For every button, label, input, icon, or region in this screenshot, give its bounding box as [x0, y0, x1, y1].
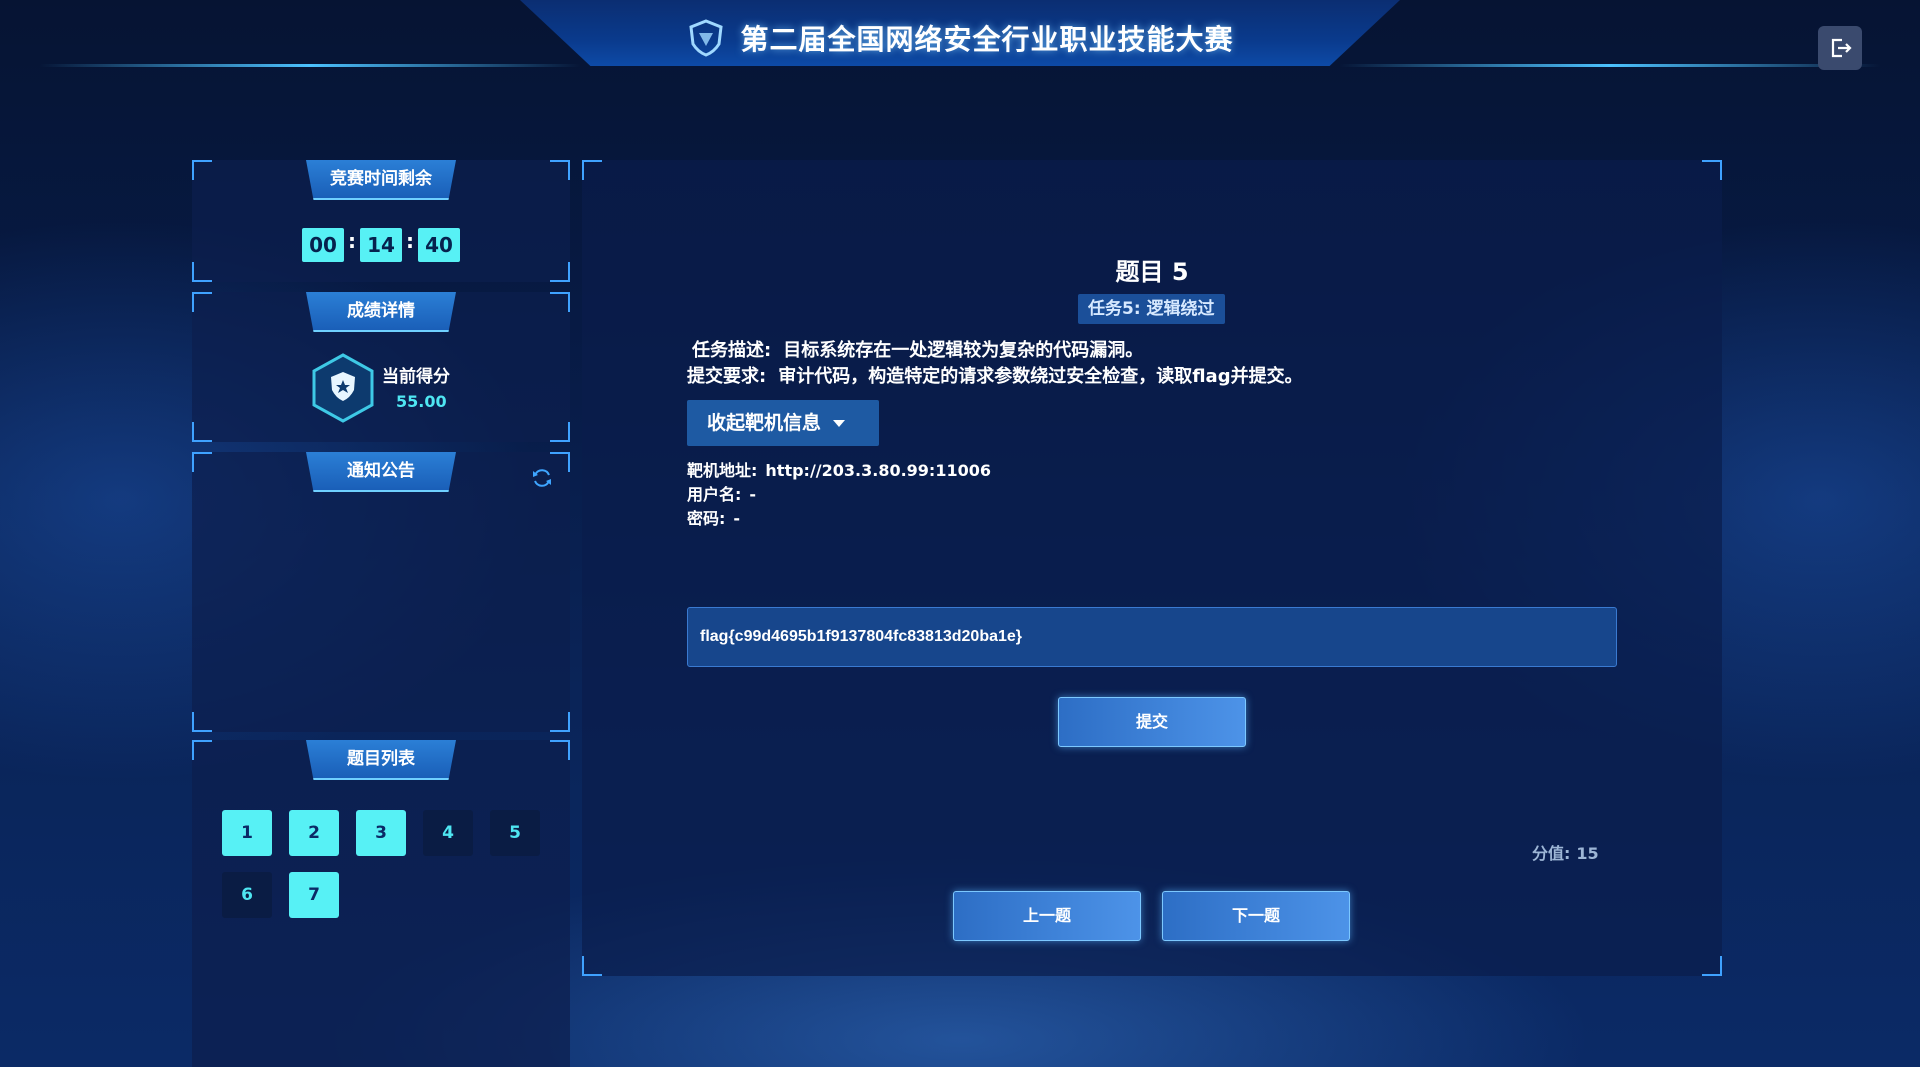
timer-panel: 竞赛时间剩余 00:14:40 — [192, 160, 570, 282]
score-label: 当前得分 — [382, 367, 450, 387]
timer-separator: : — [348, 229, 356, 253]
prev-question-button[interactable]: 上一题 — [953, 891, 1141, 941]
points-key: 分值: — [1532, 844, 1571, 863]
shield-logo-icon — [689, 19, 724, 57]
points-number: 15 — [1576, 844, 1599, 863]
description-value: 目标系统存在一处逻辑较为复杂的代码漏洞。 — [783, 340, 1144, 361]
corner-decoration — [550, 712, 570, 732]
question-button-5[interactable]: 5 — [490, 810, 540, 856]
description-key: 任务描述: — [692, 340, 772, 361]
question-button-4[interactable]: 4 — [423, 810, 473, 856]
corner-decoration — [192, 712, 212, 732]
password: 密码: - — [687, 505, 740, 529]
corner-decoration — [550, 740, 570, 760]
corner-decoration — [192, 740, 212, 760]
flag-input[interactable] — [687, 607, 1617, 667]
target-value: http://203.3.80.99:11006 — [765, 461, 991, 480]
target-address: 靶机地址: http://203.3.80.99:11006 — [687, 457, 991, 481]
corner-decoration — [550, 422, 570, 442]
question-button-6[interactable]: 6 — [222, 872, 272, 918]
target-key: 靶机地址: — [687, 461, 758, 480]
password-key: 密码: — [687, 509, 726, 528]
question-button-1[interactable]: 1 — [222, 810, 272, 856]
corner-decoration — [192, 262, 212, 282]
question-button-3[interactable]: 3 — [356, 810, 406, 856]
score-panel: 成绩详情 当前得分 55.00 — [192, 292, 570, 442]
corner-decoration — [550, 262, 570, 282]
corner-decoration — [192, 292, 212, 312]
refresh-icon[interactable] — [530, 466, 554, 490]
corner-decoration — [192, 160, 212, 180]
corner-decoration — [192, 452, 212, 472]
password-value: - — [733, 509, 741, 528]
current-score: 当前得分 55.00 — [310, 352, 530, 428]
timer-hours: 00 — [302, 228, 344, 262]
next-question-button[interactable]: 下一题 — [1162, 891, 1350, 941]
question-list-panel: 题目列表 1 2 3 4 5 6 7 — [192, 740, 570, 1067]
question-panel: 题目 5 任务5: 逻辑绕过 任务描述: 目标系统存在一处逻辑较为复杂的代码漏洞。… — [582, 160, 1722, 976]
logout-button[interactable] — [1818, 26, 1862, 70]
submit-requirement: 提交要求: 审计代码，构造特定的请求参数绕过安全检查，读取flag并提交。 — [687, 362, 1303, 388]
corner-decoration — [582, 956, 602, 976]
timer-separator: : — [406, 229, 414, 253]
corner-decoration — [1702, 956, 1722, 976]
header-line-left — [40, 64, 580, 67]
question-button-7[interactable]: 7 — [289, 872, 339, 918]
points-value: 分值: 15 — [1532, 840, 1599, 864]
corner-decoration — [1702, 160, 1722, 180]
score-panel-title: 成绩详情 — [306, 292, 456, 332]
shield-star-icon — [312, 353, 374, 423]
page-title: 第二届全国网络安全行业职业技能大赛 — [0, 18, 1920, 58]
header-line-right — [1340, 64, 1880, 67]
collapse-label: 收起靶机信息 — [707, 412, 822, 434]
caret-down-icon — [833, 420, 846, 427]
logout-icon — [1831, 38, 1852, 58]
username-value: - — [749, 485, 757, 504]
top-header: 第二届全国网络安全行业职业技能大赛 — [0, 0, 1920, 78]
notice-panel-title: 通知公告 — [306, 452, 456, 492]
username: 用户名: - — [687, 481, 756, 505]
question-list-title: 题目列表 — [306, 740, 456, 780]
page-title-text: 第二届全国网络安全行业职业技能大赛 — [740, 23, 1234, 56]
score-value: 55.00 — [396, 392, 447, 411]
timer-seconds: 40 — [418, 228, 460, 262]
submit-button[interactable]: 提交 — [1058, 697, 1246, 747]
countdown-timer: 00:14:40 — [192, 228, 570, 262]
username-key: 用户名: — [687, 485, 742, 504]
corner-decoration — [550, 292, 570, 312]
task-description: 任务描述: 目标系统存在一处逻辑较为复杂的代码漏洞。 — [692, 336, 1143, 362]
question-button-2[interactable]: 2 — [289, 810, 339, 856]
timer-minutes: 14 — [360, 228, 402, 262]
corner-decoration — [582, 160, 602, 180]
question-title: 题目 5 — [1115, 258, 1189, 286]
timer-panel-title: 竞赛时间剩余 — [306, 160, 456, 200]
task-tag: 任务5: 逻辑绕过 — [1078, 294, 1225, 324]
requirement-value: 审计代码，构造特定的请求参数绕过安全检查，读取flag并提交。 — [778, 366, 1303, 387]
collapse-target-info-button[interactable]: 收起靶机信息 — [687, 400, 879, 446]
notice-panel: 通知公告 — [192, 452, 570, 732]
corner-decoration — [192, 422, 212, 442]
corner-decoration — [550, 160, 570, 180]
requirement-key: 提交要求: — [687, 366, 767, 387]
